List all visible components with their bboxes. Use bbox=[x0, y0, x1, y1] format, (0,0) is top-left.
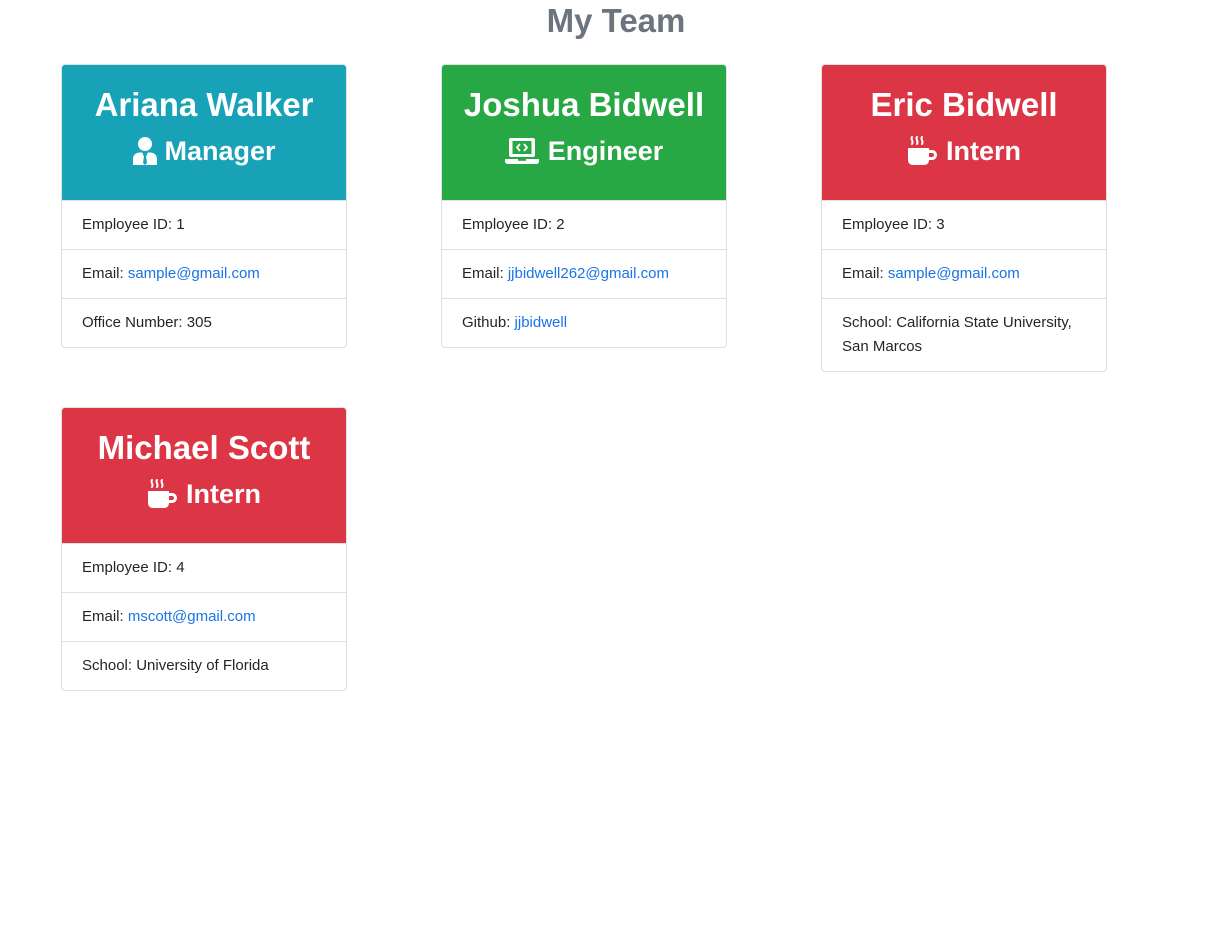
employee-role-label: Intern bbox=[945, 136, 1021, 166]
employee-role: Engineer bbox=[442, 133, 726, 169]
employee-role: Intern bbox=[822, 133, 1106, 169]
employee-office-number: Office Number: 305 bbox=[62, 298, 346, 347]
card-header: Ariana Walker Manager bbox=[62, 65, 346, 200]
employee-github: Github: jjbidwell bbox=[442, 298, 726, 347]
employee-email: Email: sample@gmail.com bbox=[822, 249, 1106, 298]
employee-name: Joshua Bidwell bbox=[463, 86, 705, 123]
email-label: Email: bbox=[462, 265, 508, 282]
employee-card-engineer: Joshua Bidwell Engineer Employee ID: 2 E… bbox=[441, 64, 727, 348]
email-label: Email: bbox=[82, 608, 128, 625]
github-link[interactable]: jjbidwell bbox=[515, 314, 568, 331]
card-header: Michael Scott Intern bbox=[62, 408, 346, 543]
email-label: Email: bbox=[842, 265, 888, 282]
employee-name: Ariana Walker bbox=[94, 86, 314, 123]
employee-id: Employee ID: 2 bbox=[442, 200, 726, 249]
employee-email: Email: jjbidwell262@gmail.com bbox=[442, 249, 726, 298]
email-link[interactable]: sample@gmail.com bbox=[888, 265, 1020, 282]
employee-id: Employee ID: 4 bbox=[62, 543, 346, 592]
email-label: Email: bbox=[82, 265, 128, 282]
user-tie-icon bbox=[132, 137, 158, 165]
employee-card-intern: Eric Bidwell Intern Employee ID: 3 Email… bbox=[821, 64, 1107, 372]
github-label: Github: bbox=[462, 314, 515, 331]
mug-hot-icon bbox=[147, 479, 177, 509]
employee-role: Manager bbox=[62, 133, 346, 169]
employee-school: School: California State University, San… bbox=[822, 298, 1106, 371]
email-link[interactable]: mscott@gmail.com bbox=[128, 608, 256, 625]
employee-email: Email: sample@gmail.com bbox=[62, 249, 346, 298]
employee-name: Eric Bidwell bbox=[870, 86, 1058, 123]
employee-role: Intern bbox=[62, 476, 346, 512]
employee-card-manager: Ariana Walker Manager Employee ID: 1 Ema… bbox=[61, 64, 347, 348]
employee-name: Michael Scott bbox=[97, 429, 311, 466]
mug-hot-icon bbox=[907, 136, 937, 166]
employee-school: School: University of Florida bbox=[62, 641, 346, 690]
card-header: Eric Bidwell Intern bbox=[822, 65, 1106, 200]
page-title: My Team bbox=[546, 2, 686, 39]
employee-role-label: Manager bbox=[164, 136, 276, 166]
email-link[interactable]: sample@gmail.com bbox=[128, 265, 260, 282]
employee-id: Employee ID: 1 bbox=[62, 200, 346, 249]
employee-id: Employee ID: 3 bbox=[822, 200, 1106, 249]
employee-email: Email: mscott@gmail.com bbox=[62, 592, 346, 641]
card-header: Joshua Bidwell Engineer bbox=[442, 65, 726, 200]
email-link[interactable]: jjbidwell262@gmail.com bbox=[508, 265, 669, 282]
laptop-code-icon bbox=[504, 137, 539, 165]
employee-card-intern: Michael Scott Intern Employee ID: 4 Emai… bbox=[61, 407, 347, 691]
employee-role-label: Engineer bbox=[547, 136, 664, 166]
employee-role-label: Intern bbox=[185, 479, 261, 509]
